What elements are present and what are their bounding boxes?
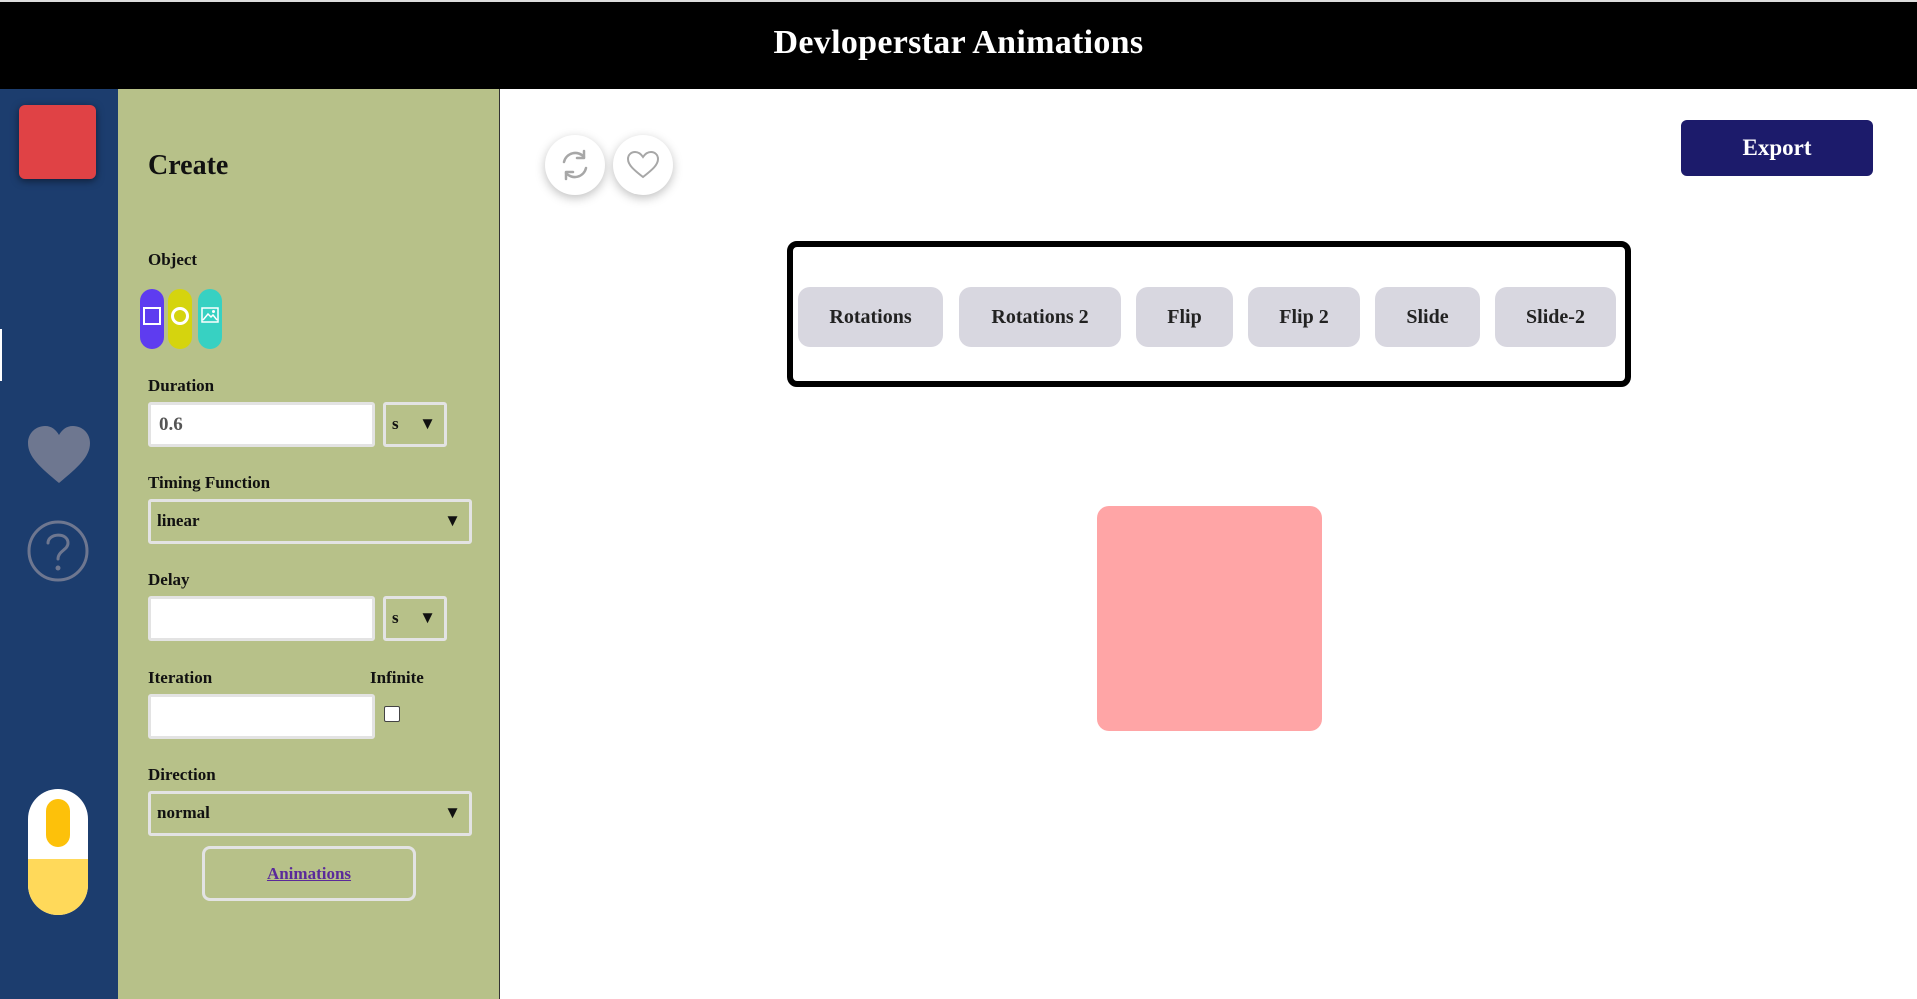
chevron-down-icon: ▼ — [419, 608, 436, 627]
theme-toggle-knob[interactable] — [46, 799, 70, 847]
animation-presets: Rotations Rotations 2 Flip Flip 2 Slide … — [787, 241, 1631, 387]
duration-unit-value: s — [392, 414, 399, 433]
theme-toggle[interactable] — [28, 789, 88, 915]
timing-function-select[interactable]: linear ▼ — [148, 499, 472, 544]
panel-title: Create — [148, 150, 229, 181]
chevron-down-icon: ▼ — [419, 414, 436, 433]
animations-link[interactable]: Animations — [267, 864, 351, 883]
refresh-icon — [562, 149, 588, 181]
iteration-input[interactable] — [148, 694, 375, 739]
preset-flip-2[interactable]: Flip 2 — [1248, 287, 1360, 347]
preview-square — [1097, 506, 1322, 731]
animations-button[interactable]: Animations — [202, 846, 416, 901]
favorite-button[interactable] — [613, 135, 673, 195]
preset-flip[interactable]: Flip — [1136, 287, 1233, 347]
preset-slide[interactable]: Slide — [1375, 287, 1480, 347]
refresh-button[interactable] — [545, 135, 605, 195]
object-square-option[interactable] — [140, 289, 164, 349]
duration-label: Duration — [148, 376, 215, 395]
delay-input[interactable] — [148, 596, 375, 641]
image-icon — [201, 307, 219, 323]
preset-slide-2[interactable]: Slide-2 — [1495, 287, 1616, 347]
app-header: Devloperstar Animations — [0, 0, 1917, 89]
delay-label: Delay — [148, 570, 190, 589]
app-logo[interactable] — [19, 105, 96, 179]
preset-rotations-2[interactable]: Rotations 2 — [959, 287, 1121, 347]
circle-icon — [171, 307, 189, 325]
duration-input[interactable]: 0.6 — [148, 402, 375, 447]
theme-toggle-track — [28, 859, 88, 915]
preset-rotations[interactable]: Rotations — [798, 287, 943, 347]
direction-label: Direction — [148, 765, 216, 784]
active-indicator — [0, 329, 2, 381]
iteration-label: Iteration — [148, 668, 213, 687]
heart-icon[interactable] — [26, 425, 92, 490]
chevron-down-icon: ▼ — [444, 803, 461, 822]
duration-unit-select[interactable]: s ▼ — [383, 402, 447, 447]
object-circle-option[interactable] — [168, 289, 192, 349]
heart-outline-icon — [626, 150, 660, 179]
delay-unit-select[interactable]: s ▼ — [383, 596, 447, 641]
direction-value: normal — [157, 803, 210, 822]
object-label: Object — [148, 250, 198, 269]
help-icon[interactable] — [26, 519, 90, 588]
export-button[interactable]: Export — [1681, 120, 1873, 176]
delay-unit-value: s — [392, 608, 399, 627]
app-title: Devloperstar Animations — [773, 24, 1144, 61]
timing-function-value: linear — [157, 511, 200, 530]
sidebar-rail — [0, 89, 118, 999]
square-icon — [143, 307, 161, 325]
infinite-checkbox[interactable] — [384, 706, 400, 722]
object-image-option[interactable] — [198, 289, 222, 349]
create-panel: Create Object Duration 0.6 s ▼ Timing Fu… — [118, 89, 500, 999]
timing-label: Timing Function — [148, 473, 271, 492]
direction-select[interactable]: normal ▼ — [148, 791, 472, 836]
infinite-label: Infinite — [370, 668, 424, 687]
chevron-down-icon: ▼ — [444, 511, 461, 530]
